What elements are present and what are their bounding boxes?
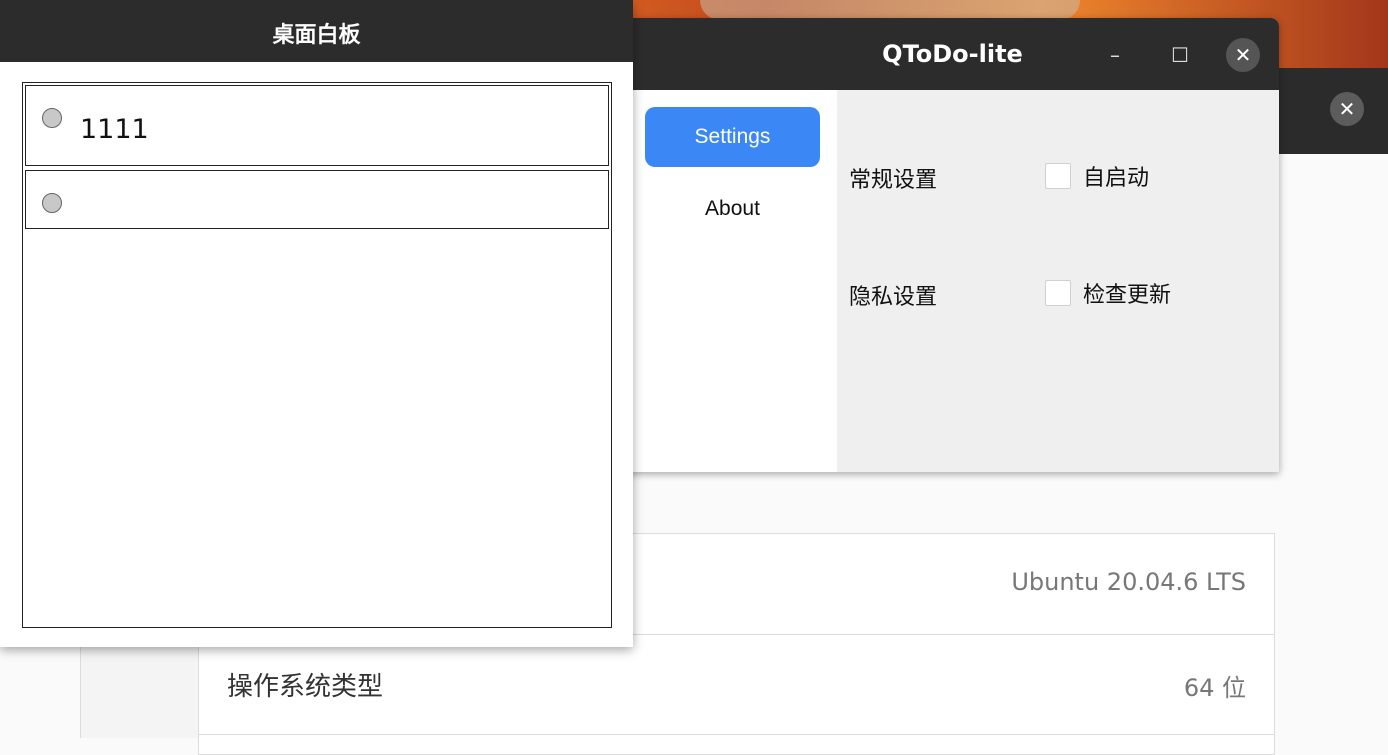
close-icon: ✕ [1234,43,1252,67]
minimize-icon: – [1110,43,1120,67]
todo-text[interactable]: 1111 [80,114,149,145]
minimize-button[interactable]: – [1098,38,1132,72]
os-type-row: 操作系统类型 64 位 [199,634,1274,735]
wallpaper-decoration [700,0,1080,20]
check-update-label: 检查更新 [1083,283,1172,308]
nav-settings[interactable]: Settings [645,107,820,167]
nav-about[interactable]: About [645,179,820,239]
settings-panel: 常规设置 自启动 隐私设置 检查更新 [837,90,1279,472]
os-type-value: 64 位 [1183,674,1246,702]
todo-list: 1111 [22,82,612,628]
whiteboard-titlebar[interactable]: 桌面白板 [0,0,633,62]
autostart-option[interactable]: 自启动 [1045,160,1149,192]
privacy-settings-label: 隐私设置 [849,285,938,310]
maximize-button[interactable]: ☐ [1163,38,1197,72]
check-update-checkbox[interactable] [1045,280,1071,306]
maximize-icon: ☐ [1171,43,1189,67]
os-type-label: 操作系统类型 [227,672,384,702]
check-update-option[interactable]: 检查更新 [1045,277,1171,309]
whiteboard-title: 桌面白板 [272,23,361,48]
general-settings-label: 常规设置 [849,168,938,193]
todo-done-radio[interactable] [42,108,62,128]
close-icon: ✕ [1338,97,1356,121]
todo-item[interactable]: 1111 [25,85,609,166]
autostart-checkbox[interactable] [1045,163,1071,189]
os-name-value: Ubuntu 20.04.6 LTS [1011,568,1246,596]
close-button[interactable]: ✕ [1226,38,1260,72]
todo-item[interactable] [25,170,609,229]
background-window-close-button[interactable]: ✕ [1330,92,1364,126]
autostart-label: 自启动 [1083,166,1150,191]
whiteboard-window: 桌面白板 1111 [0,0,633,647]
todo-done-radio[interactable] [42,193,62,213]
